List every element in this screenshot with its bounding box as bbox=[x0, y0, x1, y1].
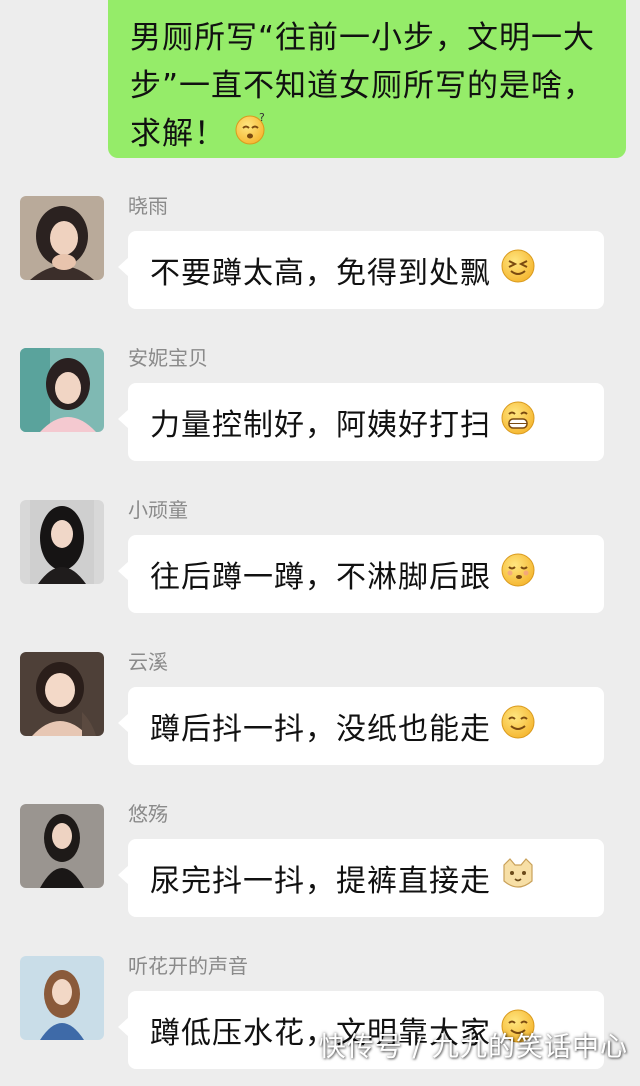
self-message-text: 男厕所写“往前一小步，文明一大步”一直不知道女厕所写的是啥，求解！ bbox=[130, 20, 596, 152]
avatar[interactable] bbox=[20, 348, 104, 432]
message-text: 尿完抖一抖，提裤直接走 bbox=[150, 864, 491, 899]
chat-message: 悠殇 尿完抖一抖，提裤直接走 bbox=[0, 794, 640, 934]
chat-message: 晓雨 不要蹲太高，免得到处飘 bbox=[0, 186, 640, 326]
sender-name: 悠殇 bbox=[128, 802, 168, 826]
smiling-face-icon bbox=[499, 703, 537, 749]
message-text: 蹲后抖一抖，没纸也能走 bbox=[150, 712, 491, 747]
avatar[interactable] bbox=[20, 196, 104, 280]
cat-face-icon bbox=[499, 855, 537, 901]
sender-name: 云溪 bbox=[128, 650, 168, 674]
relieved-face-icon bbox=[499, 551, 537, 597]
chat-message: 小顽童 往后蹲一蹲，不淋脚后跟 bbox=[0, 490, 640, 630]
message-bubble[interactable]: 力量控制好，阿姨好打扫 bbox=[118, 383, 604, 461]
chat-message: 安妮宝贝 力量控制好，阿姨好打扫 bbox=[0, 338, 640, 478]
message-bubble[interactable]: 尿完抖一抖，提裤直接走 bbox=[118, 839, 604, 917]
self-message-bubble[interactable]: 男厕所写“往前一小步，文明一大步”一直不知道女厕所写的是啥，求解！? bbox=[108, 0, 626, 158]
chat-message: 听花开的声音 蹲低压水花，文明靠大家 bbox=[0, 946, 640, 1086]
avatar[interactable] bbox=[20, 500, 104, 584]
grinning-teeth-face-icon bbox=[499, 399, 537, 445]
avatar[interactable] bbox=[20, 804, 104, 888]
avatar[interactable] bbox=[20, 956, 104, 1040]
sender-name: 安妮宝贝 bbox=[128, 346, 208, 370]
message-bubble[interactable]: 蹲后抖一抖，没纸也能走 bbox=[118, 687, 604, 765]
squinting-smile-face-icon bbox=[499, 247, 537, 293]
svg-text:?: ? bbox=[259, 112, 266, 124]
message-bubble[interactable]: 往后蹲一蹲，不淋脚后跟 bbox=[118, 535, 604, 613]
message-text: 不要蹲太高，免得到处飘 bbox=[150, 256, 491, 291]
sender-name: 小顽童 bbox=[128, 498, 188, 522]
sender-name: 晓雨 bbox=[128, 194, 168, 218]
sender-name: 听花开的声音 bbox=[128, 954, 248, 978]
avatar[interactable] bbox=[20, 652, 104, 736]
chat-message: 云溪 蹲后抖一抖，没纸也能走 bbox=[0, 642, 640, 782]
thinking-question-face-icon: ? bbox=[234, 111, 268, 160]
message-bubble[interactable]: 不要蹲太高，免得到处飘 bbox=[118, 231, 604, 309]
watermark: 快传号 / 九九的笑话中心 bbox=[318, 1032, 628, 1063]
message-text: 力量控制好，阿姨好打扫 bbox=[150, 408, 491, 443]
message-text: 往后蹲一蹲，不淋脚后跟 bbox=[150, 560, 491, 595]
